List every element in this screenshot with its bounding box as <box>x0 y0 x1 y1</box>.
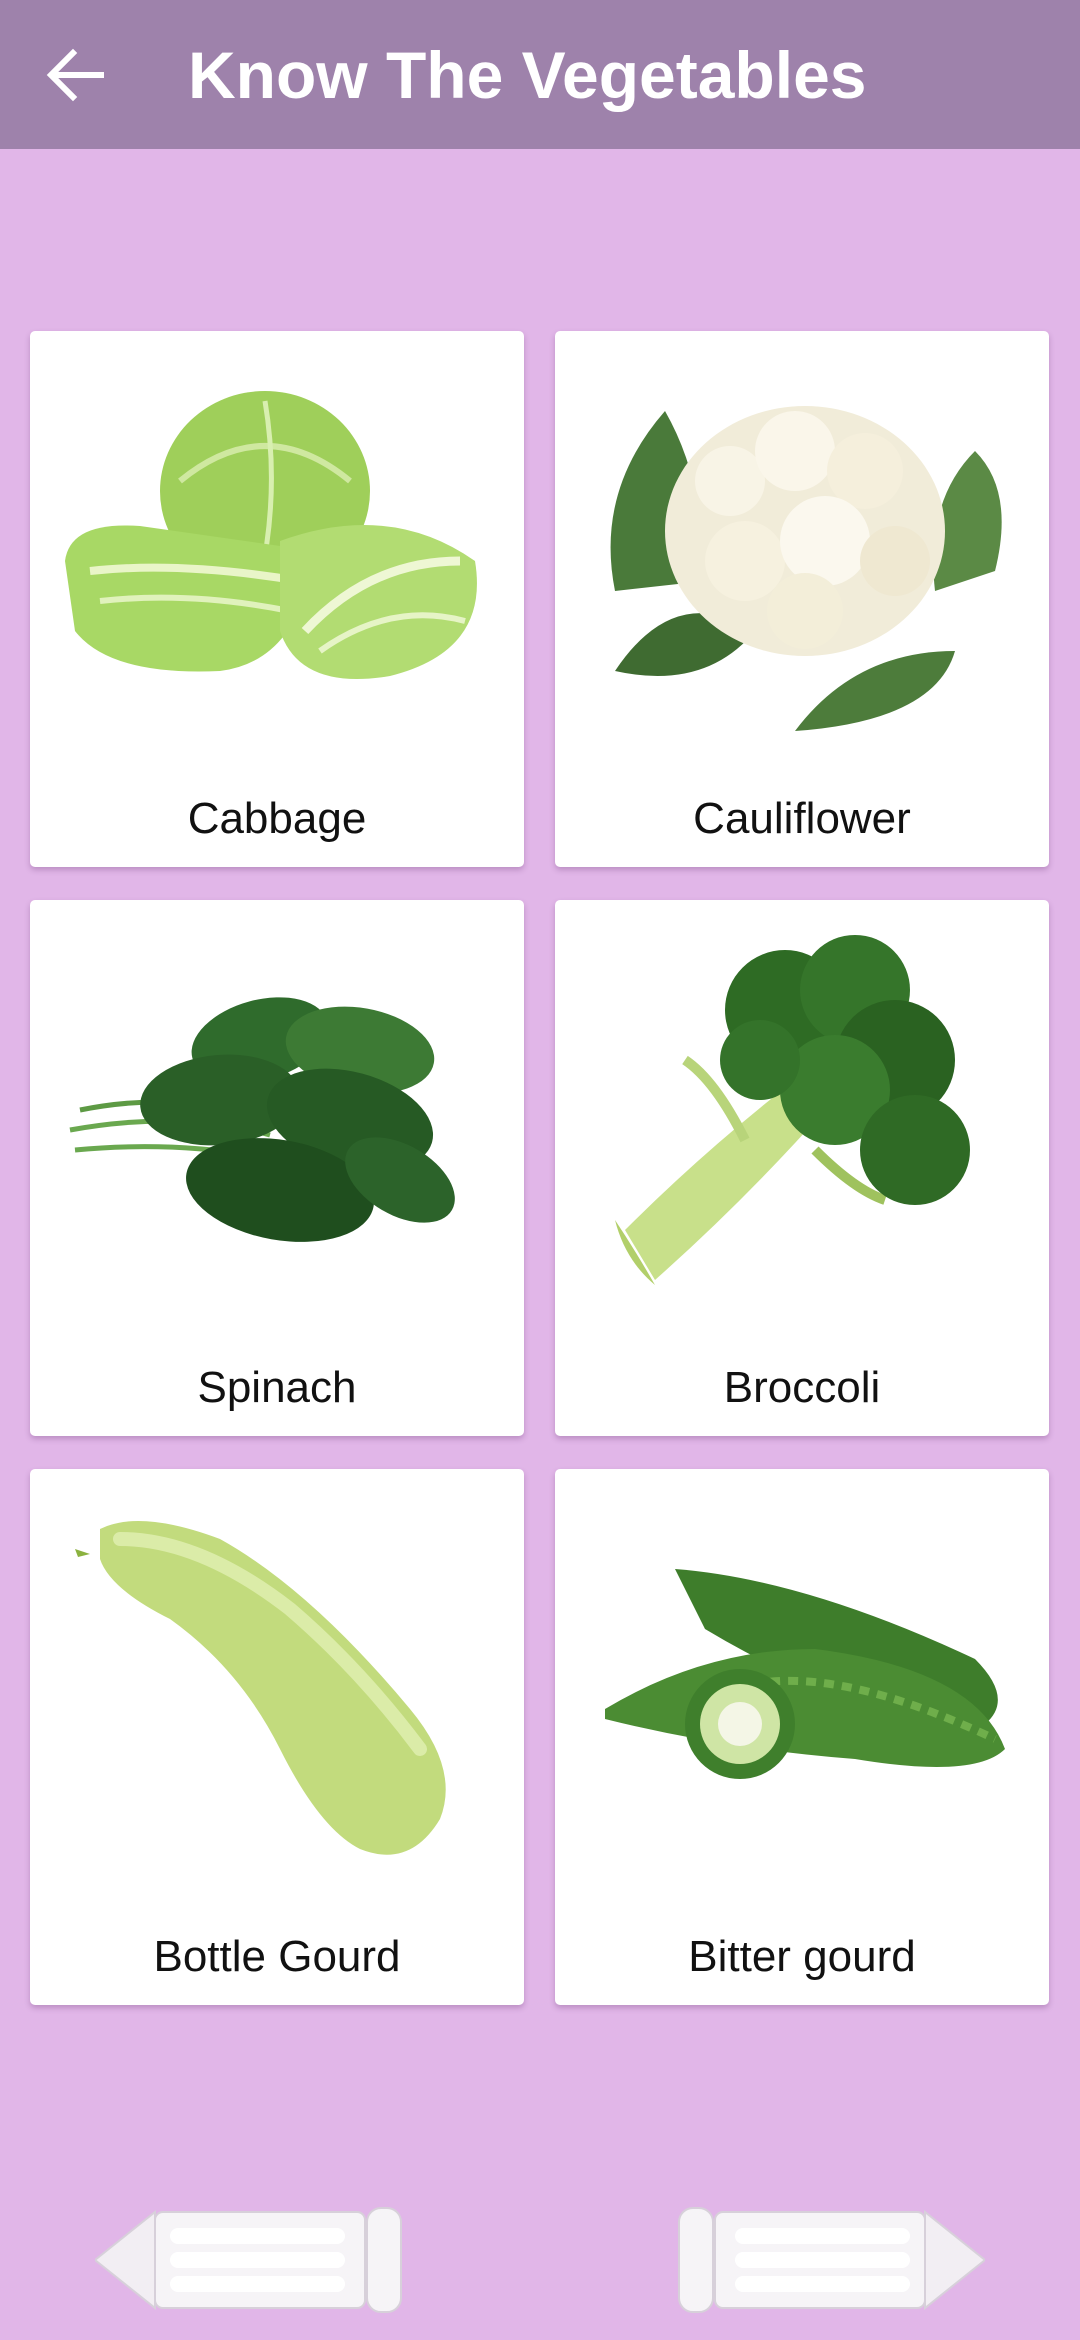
vegetable-card-cauliflower[interactable]: Cauliflower <box>555 331 1049 867</box>
vegetable-name: Cabbage <box>187 794 367 843</box>
broccoli-image <box>615 935 970 1285</box>
page-title: Know The Vegetables <box>188 37 867 112</box>
bottle-gourd-image <box>75 1521 446 1855</box>
pencil-arrow-right-icon[interactable] <box>665 2200 985 2320</box>
pencil-arrow-left-icon[interactable] <box>95 2200 415 2320</box>
vegetable-card-spinach[interactable]: Spinach <box>30 900 524 1436</box>
spinach-image <box>69 997 455 1242</box>
vegetable-card-bottle-gourd[interactable]: Bottle Gourd <box>30 1469 524 2005</box>
back-button[interactable] <box>30 30 120 120</box>
vegetable-name: Cauliflower <box>693 794 911 843</box>
vegetable-name: Spinach <box>197 1363 357 1412</box>
vegetable-name: Bottle Gourd <box>153 1932 401 1981</box>
cauliflower-image <box>610 406 1002 731</box>
app-bar: Know The Vegetables <box>0 0 1080 149</box>
vegetable-card-cabbage[interactable]: Cabbage <box>30 331 524 867</box>
vegetable-name: Bitter gourd <box>688 1932 916 1981</box>
bitter-gourd-image <box>605 1569 1005 1779</box>
cabbage-image <box>65 391 477 679</box>
vegetable-card-bitter-gourd[interactable]: Bitter gourd <box>555 1469 1049 2005</box>
vegetable-name: Broccoli <box>723 1363 881 1412</box>
vegetable-card-broccoli[interactable]: Broccoli <box>555 900 1049 1436</box>
arrow-left-icon <box>46 48 104 102</box>
